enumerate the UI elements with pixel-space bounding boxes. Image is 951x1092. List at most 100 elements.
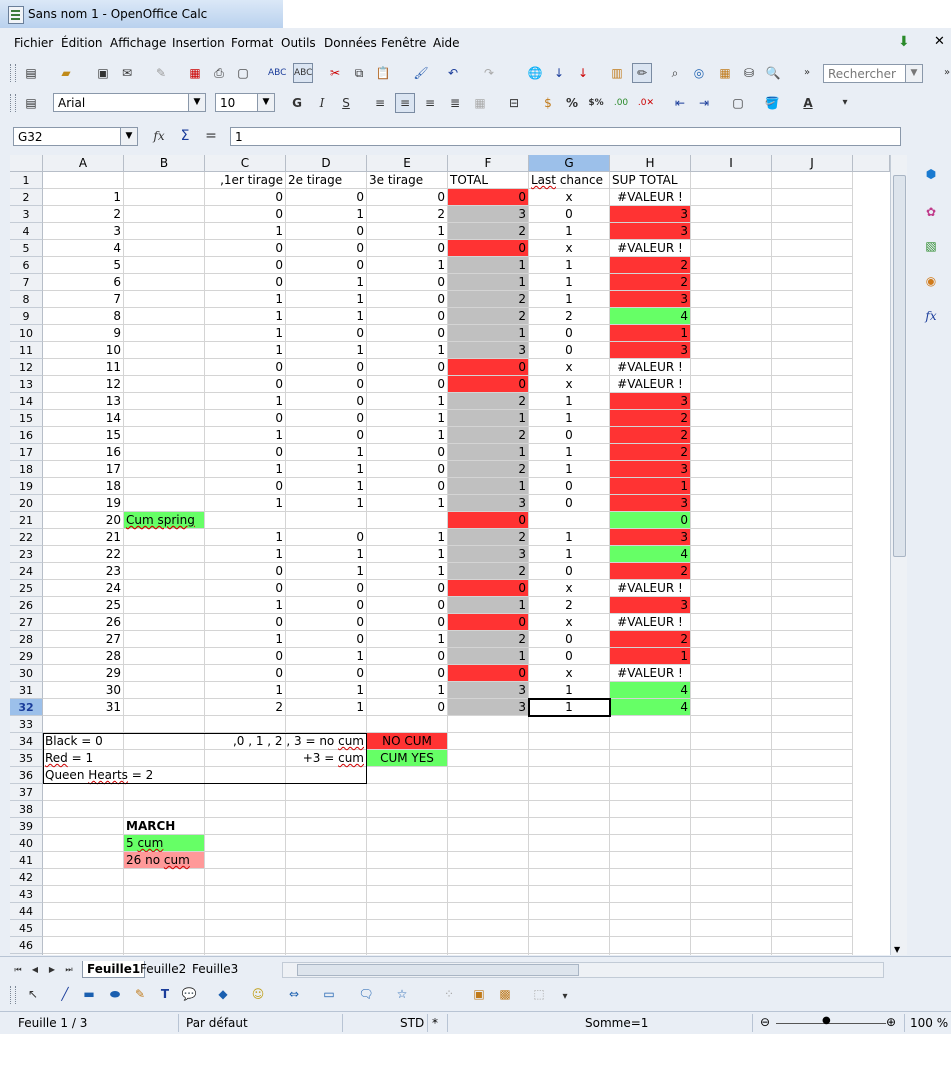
cell[interactable] <box>124 223 205 240</box>
cell[interactable] <box>286 869 367 886</box>
cell[interactable] <box>610 954 691 955</box>
cell-h24[interactable]: 2 <box>610 563 691 580</box>
cell[interactable] <box>286 767 367 784</box>
cell-f20[interactable]: 3 <box>448 495 529 512</box>
cell-f10[interactable]: 1 <box>448 325 529 342</box>
select-arrow-icon[interactable]: ↖ <box>24 985 42 1003</box>
cell[interactable] <box>124 342 205 359</box>
cell[interactable] <box>205 920 286 937</box>
cell[interactable] <box>124 750 205 767</box>
row-header-42[interactable]: 42 <box>10 869 43 886</box>
align-left-icon[interactable]: ≡ <box>371 94 389 112</box>
cell-c19[interactable]: 0 <box>205 478 286 495</box>
cell-g24[interactable]: 0 <box>529 563 610 580</box>
cell[interactable] <box>691 886 772 903</box>
prev-sheet-icon[interactable]: ◀ <box>29 961 41 979</box>
cell-e31[interactable]: 1 <box>367 682 448 699</box>
row-header-7[interactable]: 7 <box>10 274 43 291</box>
cell[interactable] <box>43 920 124 937</box>
cell-h29[interactable]: 1 <box>610 648 691 665</box>
draw-overflow-icon[interactable]: ▾ <box>556 988 574 1006</box>
cell[interactable] <box>367 767 448 784</box>
march-nocum[interactable]: 26 no cum <box>124 852 205 869</box>
cell-e19[interactable]: 0 <box>367 478 448 495</box>
cell[interactable] <box>448 767 529 784</box>
cell[interactable] <box>772 410 853 427</box>
cell[interactable] <box>610 784 691 801</box>
cell[interactable] <box>286 886 367 903</box>
cell-g29[interactable]: 0 <box>529 648 610 665</box>
cell-f18[interactable]: 2 <box>448 461 529 478</box>
cell[interactable] <box>772 529 853 546</box>
cell-f15[interactable]: 1 <box>448 410 529 427</box>
styles-icon[interactable]: ▤ <box>22 94 40 112</box>
align-center-icon[interactable]: ≡ <box>395 93 415 113</box>
cell[interactable] <box>448 954 529 955</box>
column-header-g[interactable]: G <box>529 155 610 172</box>
cell-d29[interactable]: 1 <box>286 648 367 665</box>
cell-c20[interactable]: 1 <box>205 495 286 512</box>
cell-f25[interactable]: 0 <box>448 580 529 597</box>
cell-c3[interactable]: 0 <box>205 206 286 223</box>
cell-e29[interactable]: 0 <box>367 648 448 665</box>
cell-g2[interactable]: x <box>529 189 610 206</box>
row-header-24[interactable]: 24 <box>10 563 43 580</box>
header-f[interactable]: TOTAL <box>448 172 529 189</box>
cell-e17[interactable]: 0 <box>367 444 448 461</box>
cell[interactable] <box>43 852 124 869</box>
toolbar-grip[interactable] <box>10 986 16 1004</box>
cell-g28[interactable]: 0 <box>529 631 610 648</box>
cell[interactable] <box>124 206 205 223</box>
row-header-10[interactable]: 10 <box>10 325 43 342</box>
cell-f29[interactable]: 1 <box>448 648 529 665</box>
cell-a3[interactable]: 2 <box>43 206 124 223</box>
row-header-41[interactable]: 41 <box>10 852 43 869</box>
cell-a11[interactable]: 10 <box>43 342 124 359</box>
cell-e6[interactable]: 1 <box>367 257 448 274</box>
cell[interactable] <box>772 478 853 495</box>
cell-d2[interactable]: 0 <box>286 189 367 206</box>
cell[interactable] <box>124 274 205 291</box>
cell[interactable] <box>529 937 610 954</box>
row-header-22[interactable]: 22 <box>10 529 43 546</box>
cell[interactable] <box>205 937 286 954</box>
cell[interactable] <box>448 818 529 835</box>
cell[interactable] <box>610 818 691 835</box>
cell[interactable] <box>124 699 205 716</box>
cell-a12[interactable]: 11 <box>43 359 124 376</box>
cell-e16[interactable]: 1 <box>367 427 448 444</box>
legend-black[interactable]: Black = 0 <box>43 733 124 750</box>
cell[interactable] <box>610 852 691 869</box>
cell-g16[interactable]: 0 <box>529 427 610 444</box>
cell[interactable] <box>691 206 772 223</box>
cell[interactable] <box>448 784 529 801</box>
column-header-h[interactable]: H <box>610 155 691 172</box>
cell-e14[interactable]: 1 <box>367 393 448 410</box>
cell[interactable] <box>43 716 124 733</box>
cell[interactable] <box>772 257 853 274</box>
cell[interactable] <box>691 308 772 325</box>
cell[interactable] <box>691 869 772 886</box>
cell[interactable] <box>610 801 691 818</box>
cell[interactable] <box>772 376 853 393</box>
cell[interactable] <box>124 784 205 801</box>
cell-c16[interactable]: 1 <box>205 427 286 444</box>
font-color-icon[interactable]: A <box>799 94 817 112</box>
cell[interactable] <box>772 342 853 359</box>
cell[interactable] <box>610 886 691 903</box>
cell[interactable] <box>205 512 286 529</box>
merge-cells-icon[interactable]: ▦ <box>471 94 489 112</box>
cell[interactable] <box>367 920 448 937</box>
cell-g10[interactable]: 0 <box>529 325 610 342</box>
sum-icon[interactable]: Σ <box>176 127 194 145</box>
name-box[interactable]: G32 ▼ <box>13 127 138 146</box>
row-header-32[interactable]: 32 <box>10 699 43 716</box>
cell[interactable] <box>691 750 772 767</box>
cell-d12[interactable]: 0 <box>286 359 367 376</box>
cell-c10[interactable]: 1 <box>205 325 286 342</box>
cell-a21[interactable]: 20 <box>43 512 124 529</box>
cell-e27[interactable]: 0 <box>367 614 448 631</box>
cell-d9[interactable]: 1 <box>286 308 367 325</box>
row-header-20[interactable]: 20 <box>10 495 43 512</box>
cell[interactable] <box>448 937 529 954</box>
